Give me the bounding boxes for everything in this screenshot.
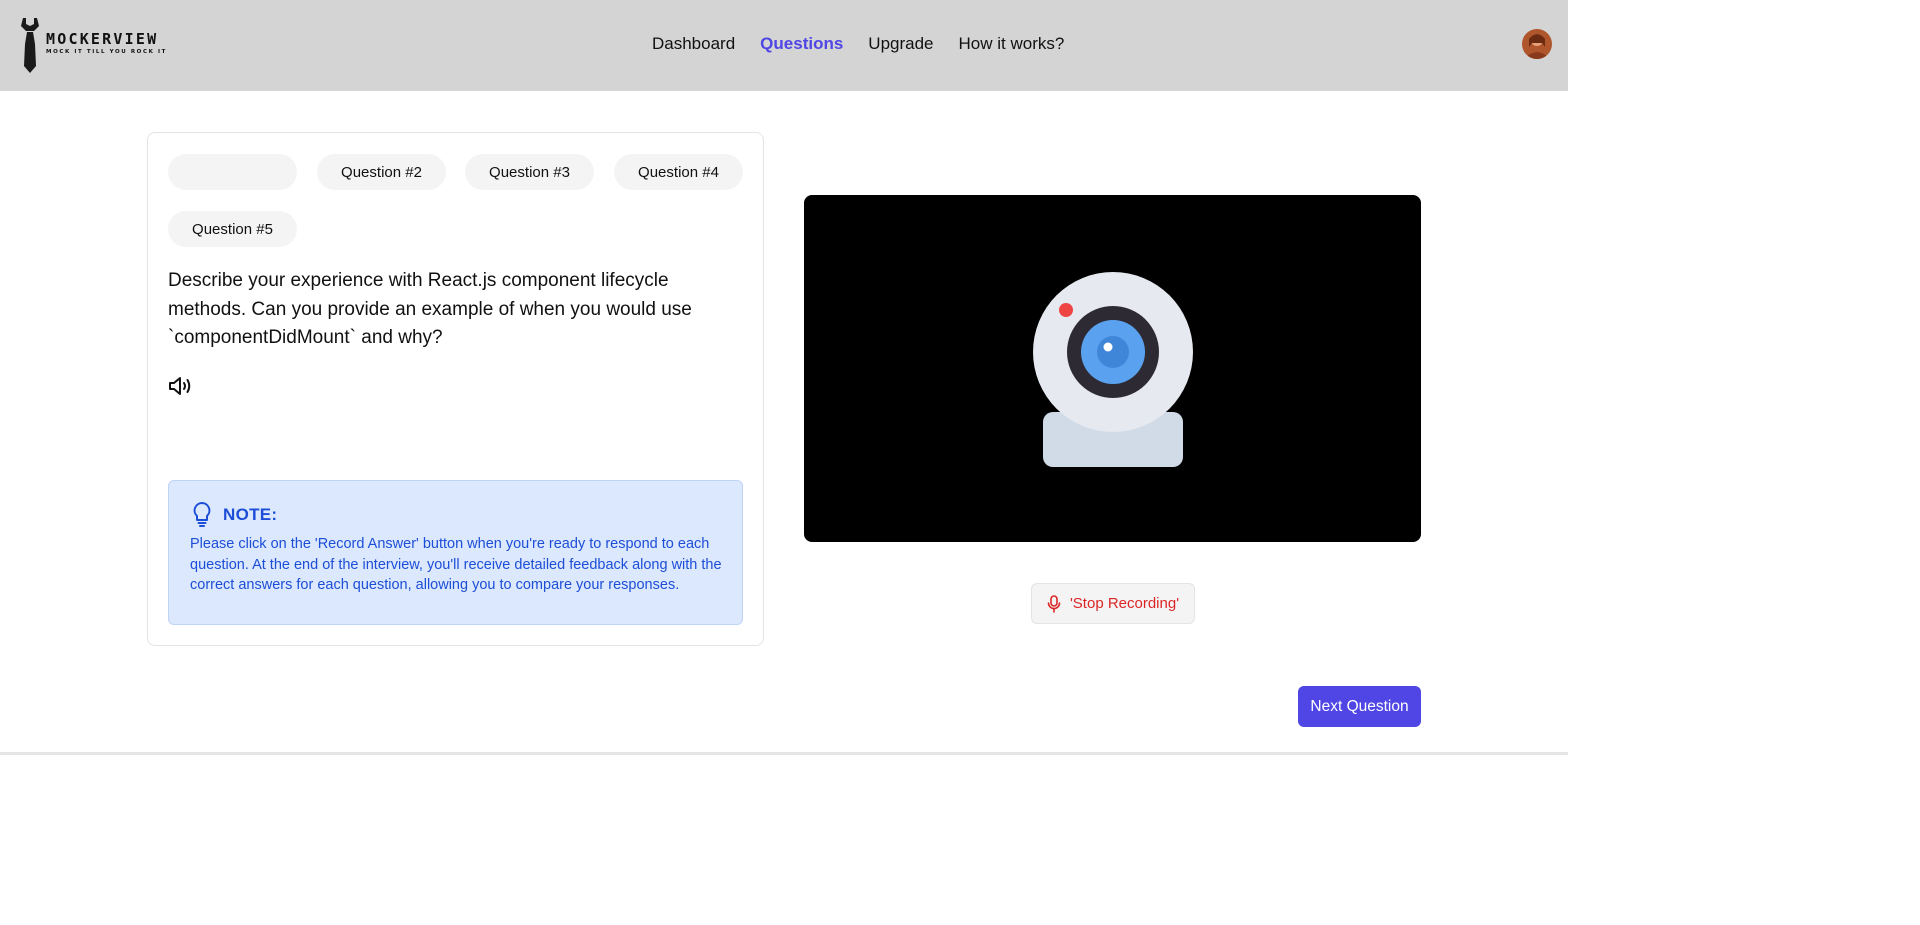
note-title: NOTE: (223, 505, 278, 524)
nav-how-it-works[interactable]: How it works? (959, 34, 1065, 54)
question-text: Describe your experience with React.js c… (168, 270, 692, 348)
question-card: Question #1 Question #2 Question #3 Ques… (147, 132, 764, 646)
tab-question-4[interactable]: Question #4 (614, 154, 743, 190)
top-header: MOCKERVIEW MOCK IT TILL YOU ROCK IT Dash… (0, 0, 1568, 91)
nav-upgrade[interactable]: Upgrade (868, 34, 933, 54)
stop-recording-button[interactable]: 'Stop Recording' (1031, 583, 1195, 624)
tie-wrench-logo-icon (21, 18, 39, 73)
tab-question-5[interactable]: Question #5 (168, 211, 297, 247)
microphone-icon (1047, 594, 1061, 613)
lightbulb-icon (193, 502, 211, 527)
note-body: Please click on the 'Record Answer' butt… (190, 536, 722, 593)
main-nav: Dashboard Questions Upgrade How it works… (652, 34, 1064, 54)
logo-tagline: MOCK IT TILL YOU ROCK IT (46, 49, 167, 55)
webcam-preview (804, 195, 1421, 542)
logo-name: MOCKERVIEW (46, 30, 159, 48)
logo[interactable]: MOCKERVIEW MOCK IT TILL YOU ROCK IT (18, 16, 183, 74)
avatar-image-icon (1522, 29, 1552, 59)
tab-question-2[interactable]: Question #2 (317, 154, 446, 190)
user-avatar[interactable] (1522, 29, 1552, 59)
note-box: NOTE: Please click on the 'Record Answer… (168, 480, 743, 625)
speaker-icon[interactable] (168, 375, 194, 397)
tab-question-3[interactable]: Question #3 (465, 154, 594, 190)
nav-dashboard[interactable]: Dashboard (652, 34, 735, 54)
stop-recording-label: 'Stop Recording' (1069, 595, 1180, 612)
nav-questions[interactable]: Questions (760, 34, 843, 54)
next-question-button[interactable]: Next Question (1298, 686, 1421, 727)
tab-question-1[interactable]: Question #1 (168, 154, 297, 190)
webcam-icon (1033, 272, 1193, 467)
bottom-divider (0, 752, 1568, 755)
